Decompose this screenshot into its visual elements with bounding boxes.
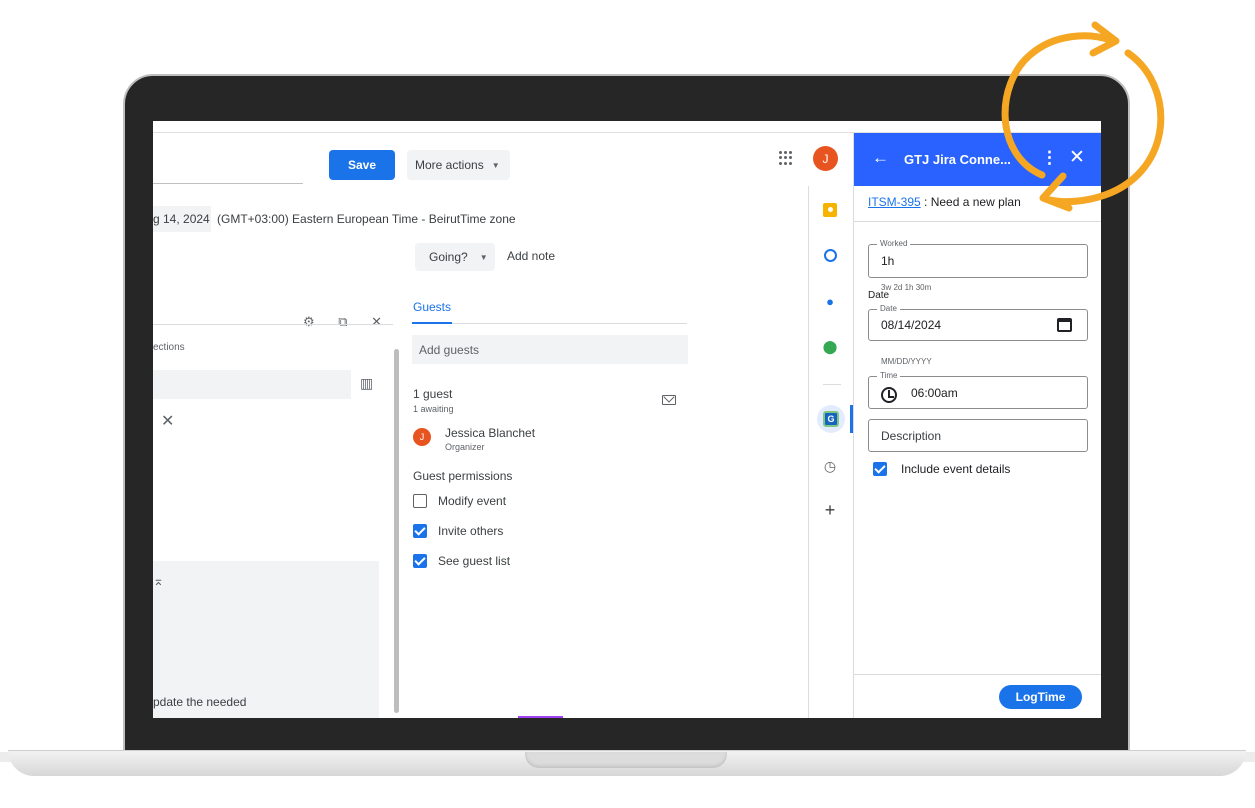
screen: Save More actions ▼ g 14, 2024 (GMT+03:0… — [153, 121, 1101, 718]
timezone-link[interactable]: Time zone — [460, 212, 516, 226]
permission-see-guest-list[interactable]: See guest list — [413, 554, 510, 568]
add-guests-input[interactable]: Add guests — [412, 335, 688, 364]
date-field[interactable]: Date 08/14/2024 — [868, 304, 1088, 341]
details-divider — [153, 324, 393, 325]
keep-icon[interactable] — [820, 200, 840, 220]
issue-key-link[interactable]: ITSM-395 — [868, 195, 921, 209]
date-hint: MM/DD/YYYY — [881, 357, 932, 366]
close-icon[interactable]: ✕ — [1069, 146, 1085, 169]
description-input[interactable]: Description — [868, 419, 1088, 452]
panel-title: GTJ Jira Conne... — [904, 152, 1011, 167]
issue-line: ITSM-395 : Need a new plan — [868, 195, 1021, 209]
email-guests-icon[interactable] — [662, 395, 676, 405]
location-input[interactable] — [153, 370, 351, 399]
account-avatar[interactable]: J — [813, 146, 838, 171]
guest-permissions-title: Guest permissions — [413, 469, 513, 483]
browser-top-strip — [153, 121, 1101, 133]
save-button[interactable]: Save — [329, 150, 395, 180]
include-details-checkbox[interactable] — [873, 462, 887, 476]
clear-format-icon[interactable]: ⌅ — [153, 573, 164, 589]
see-guest-list-checkbox[interactable] — [413, 554, 427, 568]
back-arrow-icon[interactable]: ← — [872, 148, 889, 168]
contacts-icon[interactable]: ● — [820, 291, 840, 311]
date-value: 08/14/2024 — [881, 318, 942, 332]
close-icon[interactable]: ✕ — [161, 411, 174, 431]
worked-legend: Worked — [877, 239, 911, 248]
guests-tab-divider — [412, 323, 687, 324]
gtj-addon-icon[interactable]: G — [817, 405, 845, 433]
clock-icon — [881, 387, 897, 403]
worked-value: 1h — [881, 254, 895, 268]
gtj-side-panel: ← GTJ Jira Conne... ⋮ ✕ ITSM-395 : Need … — [853, 133, 1101, 718]
modify-event-checkbox[interactable] — [413, 494, 427, 508]
invite-others-checkbox[interactable] — [413, 524, 427, 538]
time-field[interactable]: Time 06:00am — [868, 371, 1088, 409]
bottom-accent — [518, 716, 563, 718]
caret-down-icon: ▼ — [479, 252, 488, 262]
sections-label: ections — [153, 342, 185, 353]
caret-down-icon: ▼ — [491, 160, 500, 170]
more-actions-label: More actions — [415, 158, 484, 172]
apps-grid-icon[interactable] — [779, 151, 793, 165]
clock-icon[interactable]: ◷ — [820, 456, 840, 476]
title-input-underline[interactable] — [153, 183, 303, 184]
include-label: Include event details — [901, 462, 1011, 476]
time-value: 06:00am — [911, 386, 958, 400]
calendar-icon[interactable] — [1057, 318, 1072, 332]
side-panel-rail: ● ⬤ G ◷ + — [808, 186, 853, 718]
date-legend: Date — [877, 304, 900, 313]
guest-name: Jessica Blanchet — [445, 426, 536, 440]
more-actions-button[interactable]: More actions ▼ — [407, 150, 510, 180]
permission-label: Modify event — [438, 494, 507, 508]
include-event-details[interactable]: Include event details — [873, 462, 1010, 476]
issue-summary: : Need a new plan — [924, 195, 1021, 209]
logtime-button[interactable]: LogTime — [999, 685, 1082, 709]
more-options-icon[interactable]: ⋮ — [1041, 148, 1058, 168]
permission-label: See guest list — [438, 554, 511, 568]
time-legend: Time — [877, 371, 901, 380]
map-icon[interactable]: ▥ — [360, 375, 373, 392]
date-section-label: Date — [868, 290, 890, 301]
tasks-icon[interactable] — [820, 245, 840, 265]
issue-divider — [854, 221, 1101, 222]
avatar: J — [413, 428, 431, 446]
footer-divider — [854, 674, 1101, 675]
description-text: pdate the needed — [153, 695, 247, 709]
guest-role: Organizer — [445, 442, 485, 452]
guests-tab-indicator — [412, 322, 452, 324]
permission-label: Invite others — [438, 524, 504, 538]
add-note-link[interactable]: Add note — [507, 249, 555, 263]
laptop-mockup: Save More actions ▼ g 14, 2024 (GMT+03:0… — [0, 0, 1255, 808]
permission-modify-event[interactable]: Modify event — [413, 494, 506, 508]
going-dropdown[interactable]: Going? ▼ — [415, 243, 495, 271]
details-toolbar-icons[interactable]: ⚙ ⧉ ✕ — [303, 314, 392, 330]
scrollbar[interactable] — [394, 349, 399, 713]
going-label: Going? — [429, 250, 468, 264]
maps-icon[interactable]: ⬤ — [820, 337, 840, 357]
guest-awaiting: 1 awaiting — [413, 404, 454, 414]
timezone-text: (GMT+03:00) Eastern European Time - Beir… — [217, 212, 461, 226]
rail-separator — [823, 384, 841, 385]
date-chip[interactable]: g 14, 2024 — [153, 206, 211, 232]
laptop-notch — [525, 752, 727, 768]
worked-field[interactable]: Worked 1h — [868, 239, 1088, 278]
add-addon-icon[interactable]: + — [820, 500, 840, 520]
permission-invite-others[interactable]: Invite others — [413, 524, 503, 538]
guest-count: 1 guest — [413, 387, 453, 401]
tab-guests[interactable]: Guests — [413, 300, 451, 314]
panel-header: ← GTJ Jira Conne... ⋮ ✕ — [854, 133, 1101, 186]
